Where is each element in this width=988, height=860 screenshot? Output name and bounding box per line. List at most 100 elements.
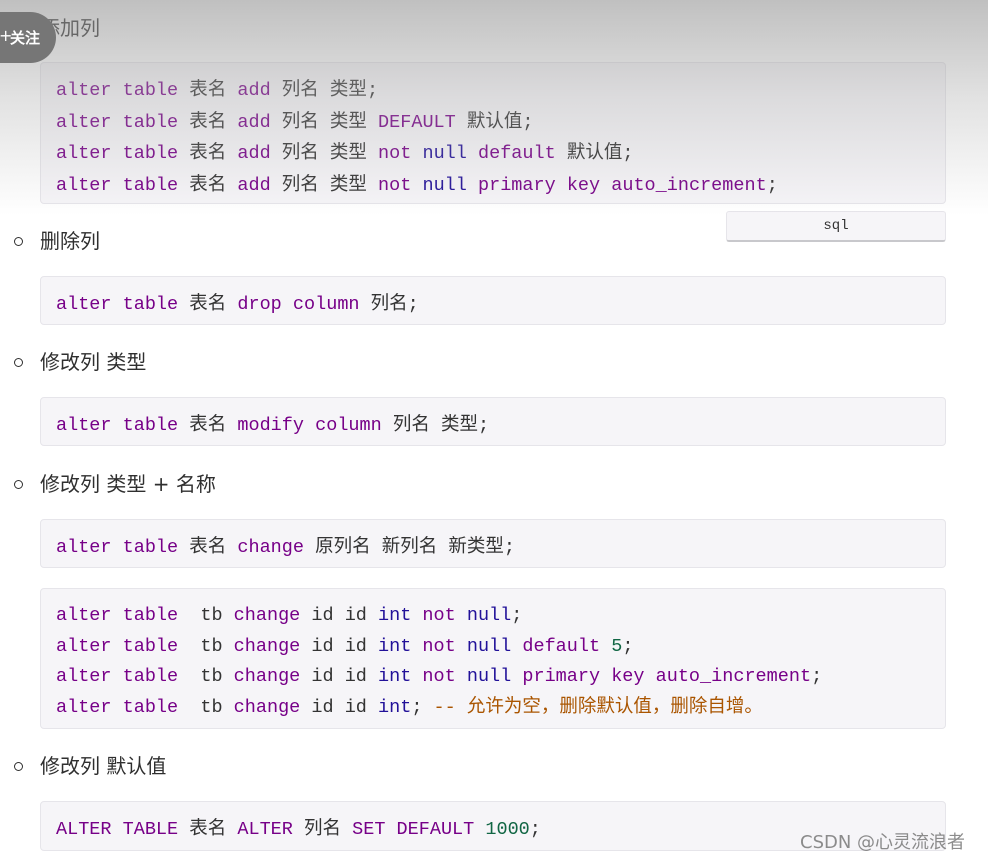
code-keyword: add [237,175,271,197]
code-line: alter table 表名 drop column 列名; [56,289,930,321]
code-language-tab[interactable]: sql [726,211,946,242]
code-text: id id [300,697,378,719]
follow-button[interactable]: + 关注 [0,12,56,63]
code-type: int [378,666,412,688]
bullet-icon [14,237,23,246]
code-keyword: auto_increment [655,666,812,688]
code-text: 原列名 [315,536,371,557]
code-text: ; [477,415,490,436]
code-keyword: modify [237,415,304,436]
code-text: id id [300,635,378,657]
section-title-modify-type: 修改列 类型 [40,350,147,374]
code-text: 类型 [440,414,478,435]
code-text: 类型 [329,110,367,132]
code-line: alter table tb change id id int not null… [56,632,930,663]
code-text: id id [300,605,378,626]
code-block[interactable]: alter table 表名 change 原列名 新列名 新类型; [40,519,946,568]
code-keyword: default [522,635,601,657]
code-text: 默认值 [466,110,523,132]
code-keyword: DEFAULT [396,819,475,840]
code-keyword: not [378,175,412,197]
code-block[interactable]: alter table 表名 modify column 列名 类型; [40,397,946,446]
code-text: tb [178,697,234,719]
code-keyword: table [122,143,179,165]
code-keyword: change [237,537,304,558]
code-type: null [466,635,512,657]
code-text: ; [511,605,523,626]
code-text: 列名 [281,174,319,196]
code-keyword: table [122,537,179,558]
code-text: tb [178,605,234,626]
code-keyword: alter [56,605,112,626]
code-text: 新列名 [381,536,438,557]
code-line: alter table 表名 add 列名 类型 not null primar… [56,170,930,202]
code-text: 列名 [281,110,319,132]
code-text: 表名 [189,110,227,132]
code-text: 列名 [281,142,319,164]
code-text: ; [766,175,778,197]
code-keyword: table [122,605,179,626]
bullet-icon [14,480,23,489]
section-title-change-type-name: 修改列 类型 + 名称 [40,472,216,496]
code-type: int [378,697,412,719]
code-keyword: default [478,143,556,165]
code-block[interactable]: alter table 表名 add 列名 类型; alter table 表名 … [40,62,946,204]
code-keyword: not [422,635,456,657]
code-keyword: change [233,635,301,657]
code-text: 默认值 [566,142,623,164]
code-keyword: not [378,143,412,165]
code-keyword: change [233,697,301,719]
code-keyword: alter [56,80,112,101]
code-keyword: add [237,111,271,133]
code-keyword: drop [237,294,282,315]
code-line: alter table 表名 add 列名 类型; [56,75,930,107]
code-text: ; [622,143,634,165]
code-block[interactable]: alter table 表名 drop column 列名; [40,276,946,325]
plus-icon: + [0,26,13,45]
code-text: tb [178,666,234,688]
code-block[interactable]: alter table tb change id id int not null… [40,588,946,729]
code-keyword: table [122,697,179,719]
code-text: 列名 [392,414,430,435]
code-keyword: auto_increment [611,175,767,197]
code-keyword: alter [56,415,112,436]
code-text: 表名 [189,414,227,435]
code-keyword: TABLE [122,819,179,840]
code-text: 列名 [304,818,342,839]
code-text: 表名 [189,174,227,196]
code-number: 5 [611,635,623,657]
code-text: 表名 [189,818,227,839]
code-text: 列名 [370,293,408,314]
code-keyword: SET [352,819,386,840]
